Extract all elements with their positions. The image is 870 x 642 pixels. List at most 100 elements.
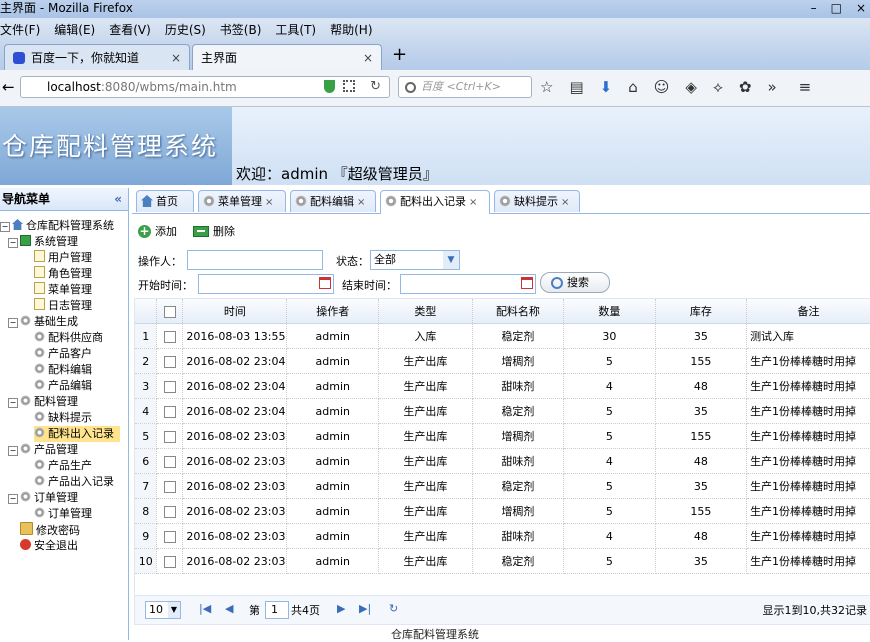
overflow-icon[interactable]: » <box>767 78 776 96</box>
bookmark-star-icon[interactable]: ☆ <box>540 78 553 96</box>
sync-icon[interactable]: ☺ <box>654 78 670 96</box>
menu-view[interactable]: 查看(V) <box>109 21 151 38</box>
prev-page-icon[interactable]: ◀ <box>225 602 233 615</box>
tree-group-order[interactable]: − 订单管理 <box>8 490 78 506</box>
extension-icon[interactable]: ✿ <box>739 78 752 96</box>
row-checkbox[interactable] <box>156 523 184 549</box>
tree-group-product[interactable]: − 产品管理 <box>8 442 78 458</box>
tab-ingredient-records[interactable]: 配料出入记录 × <box>380 190 490 214</box>
table-row[interactable]: 10 2016-08-02 23:03 admin 生产出库 稳定剂 5 35 生产1份棒棒糖… <box>135 548 870 574</box>
qr-code-icon[interactable] <box>343 80 355 92</box>
add-button[interactable]: + 添加 <box>138 223 177 239</box>
tree-group-ingredient[interactable]: − 配料管理 <box>8 394 78 410</box>
row-checkbox[interactable] <box>156 423 184 449</box>
tree-item-menu[interactable]: 菜单管理 <box>34 282 92 298</box>
row-checkbox[interactable] <box>156 373 184 399</box>
row-checkbox-box[interactable] <box>163 405 176 418</box>
browser-tab-close-icon[interactable]: × <box>171 51 181 65</box>
table-row[interactable]: 1 2016-08-03 13:55 admin 入库 稳定剂 30 35 测试入库 <box>135 323 870 349</box>
tree-item-shortage[interactable]: 缺料提示 <box>34 410 92 426</box>
row-checkbox-box[interactable] <box>163 480 176 493</box>
table-row[interactable]: 7 2016-08-02 23:03 admin 生产出库 稳定剂 5 35 生产1份棒棒糖时… <box>135 473 870 499</box>
table-row[interactable]: 4 2016-08-02 23:04 admin 生产出库 稳定剂 5 35 生产1份棒棒糖时… <box>135 398 870 424</box>
tree-item-production[interactable]: 产品生产 <box>34 458 92 474</box>
menu-history[interactable]: 历史(S) <box>165 21 206 38</box>
browser-tab-baidu[interactable]: 百度一下，你就知道 × <box>4 44 190 70</box>
tree-item-supplier[interactable]: 配料供应商 <box>34 330 103 346</box>
tab-home[interactable]: 首页 <box>136 190 194 212</box>
addon-icon[interactable]: ⟡ <box>713 78 723 96</box>
back-arrow-icon[interactable]: ← <box>2 78 15 96</box>
row-checkbox-box[interactable] <box>163 530 176 543</box>
row-checkbox-box[interactable] <box>163 505 176 518</box>
chevron-down-icon[interactable]: ▼ <box>168 602 180 618</box>
browser-tab-close-icon[interactable]: × <box>363 51 373 65</box>
tree-item-product-records[interactable]: 产品出入记录 <box>34 474 114 490</box>
hamburger-menu-icon[interactable]: ≡ <box>799 78 812 96</box>
tab-close-icon[interactable]: × <box>469 197 477 208</box>
row-checkbox[interactable] <box>156 473 184 499</box>
menu-tools[interactable]: 工具(T) <box>275 21 316 38</box>
col-header-type[interactable]: 类型 <box>378 299 473 324</box>
tree-item-customer[interactable]: 产品客户 <box>34 346 92 362</box>
next-page-icon[interactable]: ▶ <box>337 602 345 615</box>
url-bar[interactable]: localhost:8080/wbms/main.htm ↻ <box>20 76 390 98</box>
tab-close-icon[interactable]: × <box>265 197 273 208</box>
shield-icon[interactable] <box>324 80 335 93</box>
row-checkbox[interactable] <box>156 398 184 424</box>
table-row[interactable]: 8 2016-08-02 23:03 admin 生产出库 增稠剂 5 155 生产1份棒棒糖… <box>135 498 870 524</box>
search-button[interactable]: 搜索 <box>540 272 610 293</box>
delete-button[interactable]: 删除 <box>193 223 235 239</box>
table-row[interactable]: 5 2016-08-02 23:03 admin 生产出库 增稠剂 5 155 生产1份棒棒糖… <box>135 423 870 449</box>
tab-menu-manage[interactable]: 菜单管理 × <box>198 190 286 212</box>
tree-item-role[interactable]: 角色管理 <box>34 266 92 282</box>
maximize-button[interactable]: □ <box>831 0 842 16</box>
download-icon[interactable]: ⬇ <box>600 78 613 96</box>
row-checkbox-box[interactable] <box>163 355 176 368</box>
tree-group-basic[interactable]: − 基础生成 <box>8 314 78 330</box>
col-header-quantity[interactable]: 数量 <box>563 299 656 324</box>
reload-icon[interactable]: ↻ <box>370 77 381 97</box>
row-checkbox[interactable] <box>156 548 184 574</box>
table-row[interactable]: 9 2016-08-02 23:03 admin 生产出库 甜味剂 4 48 生产1份棒棒糖时… <box>135 523 870 549</box>
row-checkbox[interactable] <box>156 323 184 349</box>
menu-bookmarks[interactable]: 书签(B) <box>220 21 262 38</box>
pocket-icon[interactable]: ◈ <box>685 78 697 96</box>
row-checkbox-box[interactable] <box>163 455 176 468</box>
status-select[interactable]: 全部 ▼ <box>370 250 460 270</box>
select-all-checkbox-cell[interactable] <box>156 299 184 324</box>
end-time-input[interactable] <box>400 274 536 294</box>
col-header-remark[interactable]: 备注 <box>746 299 870 324</box>
start-time-input[interactable] <box>198 274 334 294</box>
tree-item-log[interactable]: 日志管理 <box>34 298 92 314</box>
tab-shortage[interactable]: 缺料提示 × <box>494 190 580 212</box>
row-checkbox[interactable] <box>156 498 184 524</box>
collapse-icon[interactable]: « <box>114 188 122 210</box>
col-header-operator[interactable]: 操作者 <box>286 299 380 324</box>
tree-item-change-password[interactable]: 修改密码 <box>20 522 80 538</box>
menu-file[interactable]: 文件(F) <box>0 21 40 38</box>
browser-tab-main[interactable]: 主界面 × <box>192 44 382 70</box>
new-tab-button[interactable]: + <box>392 44 407 65</box>
tab-close-icon[interactable]: × <box>357 197 365 208</box>
tree-item-user[interactable]: 用户管理 <box>34 250 92 266</box>
tree-item-ingredient-edit[interactable]: 配料编辑 <box>34 362 92 378</box>
tree-item-order[interactable]: 订单管理 <box>34 506 92 522</box>
tree-item-logout[interactable]: 安全退出 <box>20 538 78 554</box>
first-page-icon[interactable]: |◀ <box>199 602 211 615</box>
table-row[interactable]: 6 2016-08-02 23:03 admin 生产出库 甜味剂 4 48 生产1份棒棒糖时… <box>135 448 870 474</box>
menu-help[interactable]: 帮助(H) <box>330 21 372 38</box>
page-number-input[interactable]: 1 <box>265 601 289 619</box>
tree-root[interactable]: − 仓库配料管理系统 <box>0 218 114 234</box>
select-all-checkbox[interactable] <box>163 305 176 318</box>
window-close-button[interactable]: × <box>856 0 866 16</box>
col-header-time[interactable]: 时间 <box>182 299 288 324</box>
reading-list-icon[interactable]: ▤ <box>569 78 583 96</box>
table-row[interactable]: 3 2016-08-02 23:04 admin 生产出库 甜味剂 4 48 生产1份棒棒糖时… <box>135 373 870 399</box>
row-checkbox-box[interactable] <box>163 555 176 568</box>
tree-item-ingredient-records[interactable]: 配料出入记录 <box>34 426 120 442</box>
row-checkbox[interactable] <box>156 448 184 474</box>
operator-input[interactable] <box>187 250 323 270</box>
page-size-select[interactable]: 10 ▼ <box>145 601 181 619</box>
calendar-icon[interactable] <box>319 277 331 289</box>
